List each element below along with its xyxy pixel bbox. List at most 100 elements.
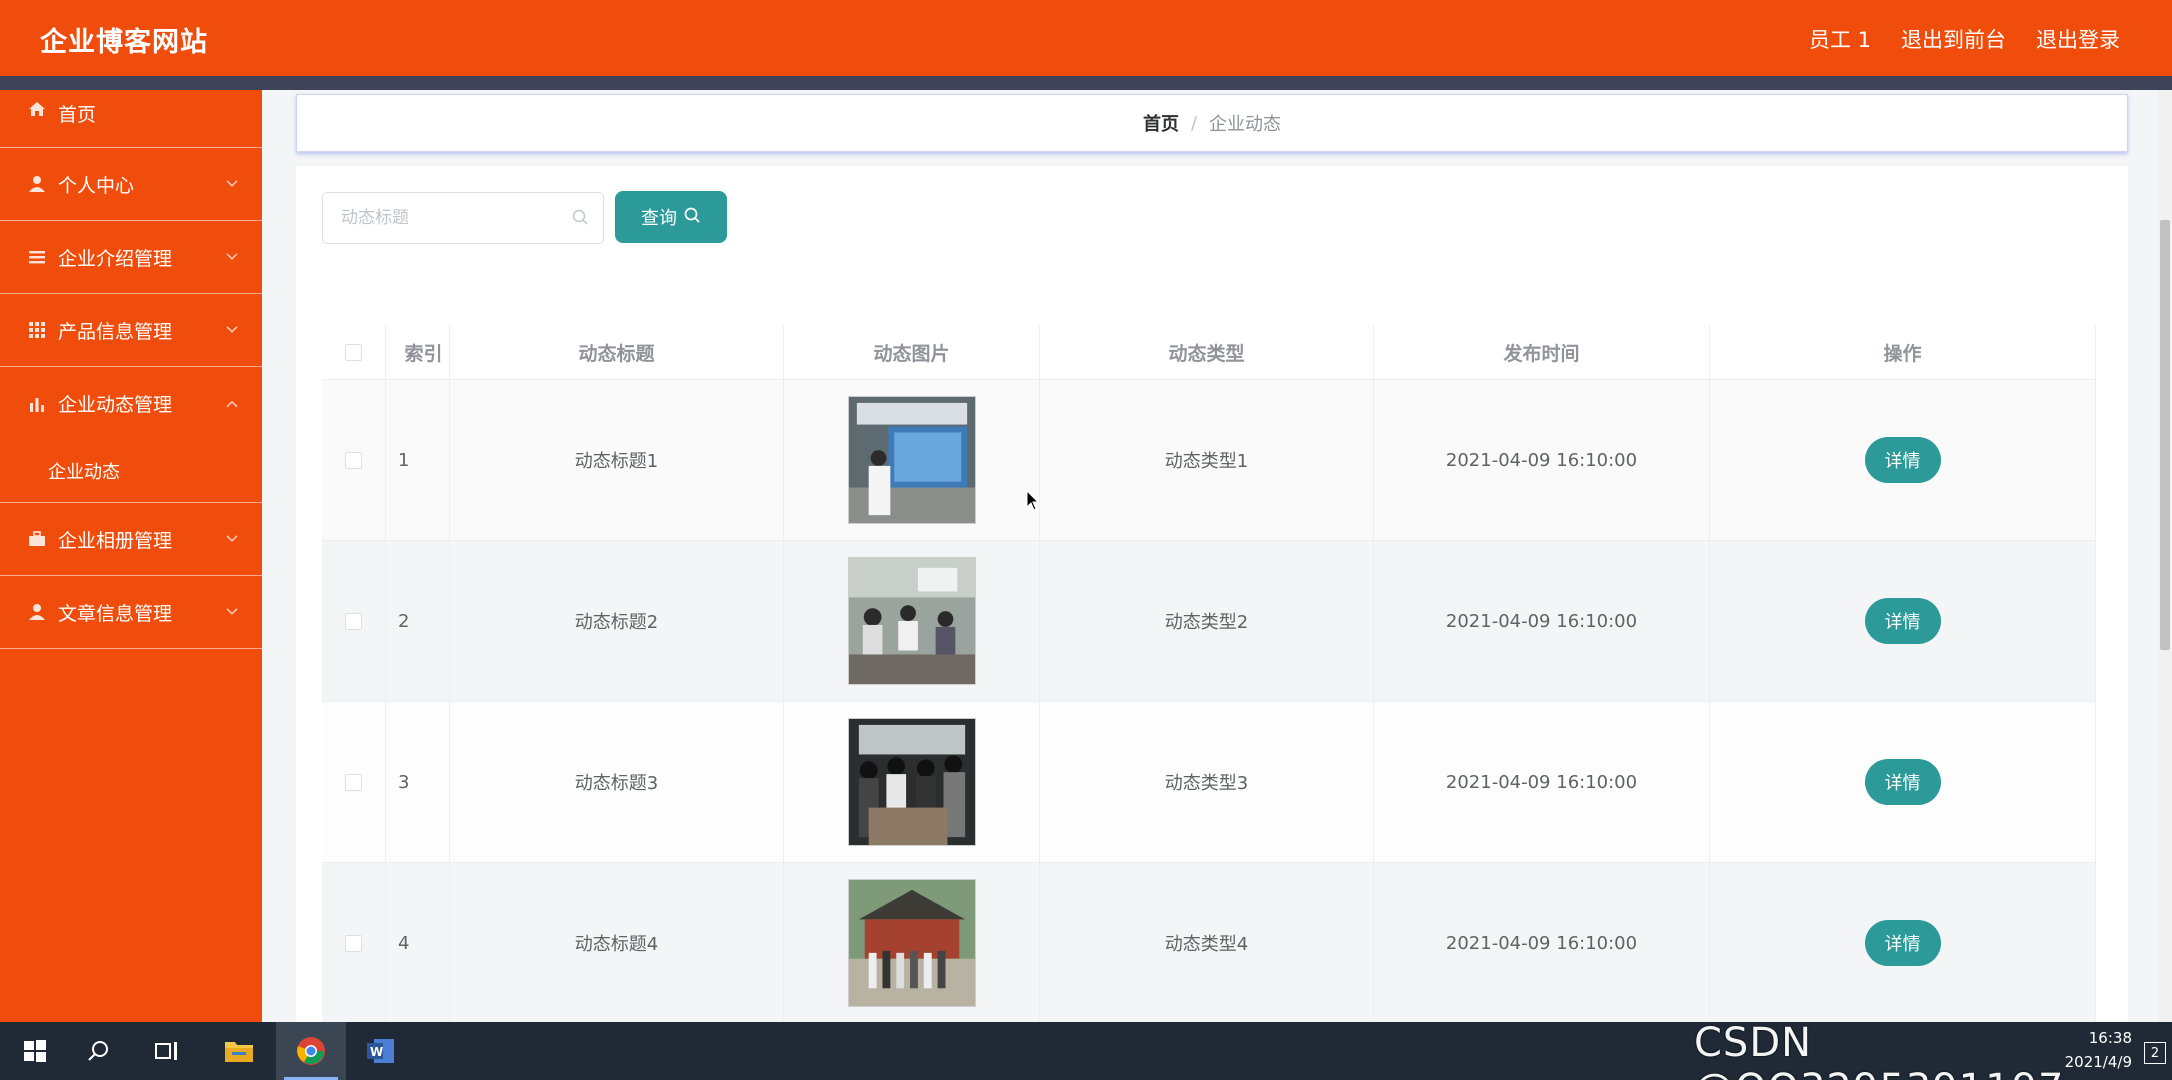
header-actions: 员工 1 退出到前台 退出登录	[1809, 24, 2120, 54]
row-check-cell	[322, 541, 386, 701]
row-index: 1	[386, 380, 450, 540]
row-time: 2021-04-09 16:10:00	[1374, 863, 1710, 1023]
table-row: 1 动态标题1 动态类型1 2021-04-09 16:10:00 详情	[322, 380, 2096, 541]
sidebar-item-label: 首页	[58, 104, 97, 126]
row-check-cell	[322, 380, 386, 540]
chevron-up-icon	[226, 390, 238, 412]
search-field[interactable]	[322, 192, 604, 244]
detail-button[interactable]: 详情	[1864, 437, 1941, 483]
column-header-action: 操作	[1710, 325, 2096, 379]
row-type: 动态类型2	[1040, 541, 1374, 701]
sidebar-item-home[interactable]: 首页	[0, 90, 262, 148]
sidebar-subitem-company-news[interactable]: 企业动态	[0, 440, 262, 503]
row-image-cell	[784, 863, 1040, 1023]
detail-button[interactable]: 详情	[1864, 759, 1941, 805]
sidebar-item-label: 个人中心	[58, 174, 135, 197]
row-action-cell: 详情	[1710, 380, 2096, 540]
news-thumbnail[interactable]	[847, 557, 976, 685]
column-header-title: 动态标题	[450, 325, 784, 379]
query-button-label: 查询	[641, 208, 677, 229]
news-thumbnail[interactable]	[847, 396, 976, 524]
row-index: 4	[386, 863, 450, 1023]
sidebar-item-label: 产品信息管理	[58, 320, 173, 343]
csdn-watermark: CSDN @QQ3295391197	[1694, 1020, 2063, 1080]
list-icon	[28, 248, 46, 266]
breadcrumb-current: 企业动态	[1209, 114, 1282, 135]
table-row: 2 动态标题2 动态类型2 2021-04-09 16:10:00 详情	[322, 541, 2096, 702]
taskbar-search-icon[interactable]	[64, 1022, 134, 1080]
chevron-down-icon	[226, 244, 238, 266]
row-checkbox[interactable]	[345, 934, 362, 952]
sidebar-item-article-info[interactable]: 文章信息管理	[0, 576, 262, 649]
row-title: 动态标题4	[450, 863, 784, 1023]
row-time: 2021-04-09 16:10:00	[1374, 380, 1710, 540]
chrome-browser-icon[interactable]	[276, 1022, 346, 1080]
table-row: 4 动态标题4 动态类型4 2021-04-09 16:10:00 详情	[322, 863, 2096, 1024]
search-input[interactable]	[323, 193, 563, 243]
table-header: 索引 动态标题 动态图片 动态类型 发布时间 操作	[322, 325, 2096, 380]
file-explorer-icon[interactable]	[204, 1022, 274, 1080]
row-image-cell	[784, 702, 1040, 862]
sidebar-item-personal-center[interactable]: 个人中心	[0, 148, 262, 221]
word-app-icon[interactable]: W	[346, 1022, 416, 1080]
select-all-cell	[322, 325, 386, 379]
row-index: 3	[386, 702, 450, 862]
sidebar-item-company-album[interactable]: 企业相册管理	[0, 503, 262, 576]
breadcrumb: 首页 / 企业动态	[296, 94, 2128, 152]
news-thumbnail[interactable]	[847, 879, 976, 1007]
breadcrumb-separator: /	[1190, 112, 1198, 134]
scrollbar-thumb[interactable]	[2160, 220, 2170, 650]
home-icon	[28, 100, 46, 118]
user-icon	[28, 603, 46, 621]
row-type: 动态类型3	[1040, 702, 1374, 862]
row-image-cell	[784, 380, 1040, 540]
svg-text:W: W	[370, 1045, 383, 1059]
row-action-cell: 详情	[1710, 702, 2096, 862]
header-divider-strip	[0, 76, 2172, 90]
query-button[interactable]: 查询	[615, 191, 727, 243]
row-index: 2	[386, 541, 450, 701]
user-name[interactable]: 员工 1	[1809, 24, 1871, 54]
row-title: 动态标题3	[450, 702, 784, 862]
site-logo: 企业博客网站	[40, 27, 208, 58]
row-title: 动态标题2	[450, 541, 784, 701]
column-header-time: 发布时间	[1374, 325, 1710, 379]
sidebar-item-label: 企业介绍管理	[58, 247, 173, 270]
windows-start-icon[interactable]	[0, 1022, 70, 1080]
row-checkbox[interactable]	[345, 451, 362, 469]
chart-icon	[28, 395, 46, 413]
row-type: 动态类型1	[1040, 380, 1374, 540]
detail-button[interactable]: 详情	[1864, 920, 1941, 966]
chevron-down-icon	[226, 526, 238, 548]
row-checkbox[interactable]	[345, 612, 362, 630]
select-all-checkbox[interactable]	[345, 343, 362, 361]
user-icon	[28, 175, 46, 193]
table-row: 3 动态标题3 动态类型3 2021-04-09 16:10:00 详情	[322, 702, 2096, 863]
back-to-front-link[interactable]: 退出到前台	[1901, 24, 2006, 54]
search-icon	[571, 208, 589, 230]
row-check-cell	[322, 863, 386, 1023]
column-header-type: 动态类型	[1040, 325, 1374, 379]
mouse-cursor-icon	[1026, 490, 1040, 511]
row-check-cell	[322, 702, 386, 862]
news-table: 索引 动态标题 动态图片 动态类型 发布时间 操作 1 动态标题1 动态类型1 …	[322, 325, 2096, 1024]
row-title: 动态标题1	[450, 380, 784, 540]
top-header: 企业博客网站 员工 1 退出到前台 退出登录	[0, 0, 2172, 76]
sidebar-item-product-info[interactable]: 产品信息管理	[0, 294, 262, 367]
task-view-icon[interactable]	[132, 1022, 202, 1080]
chevron-down-icon	[226, 317, 238, 339]
sidebar-item-company-intro[interactable]: 企业介绍管理	[0, 221, 262, 294]
row-image-cell	[784, 541, 1040, 701]
column-header-index: 索引	[386, 325, 450, 379]
detail-button[interactable]: 详情	[1864, 598, 1941, 644]
row-checkbox[interactable]	[345, 773, 362, 791]
breadcrumb-home[interactable]: 首页	[1143, 110, 1179, 136]
search-icon	[683, 206, 701, 229]
row-time: 2021-04-09 16:10:00	[1374, 541, 1710, 701]
sidebar-item-label: 企业相册管理	[58, 529, 173, 552]
logout-link[interactable]: 退出登录	[2036, 24, 2120, 54]
row-type: 动态类型4	[1040, 863, 1374, 1023]
row-time: 2021-04-09 16:10:00	[1374, 702, 1710, 862]
sidebar-item-company-news[interactable]: 企业动态管理	[0, 367, 262, 440]
news-thumbnail[interactable]	[847, 718, 976, 846]
